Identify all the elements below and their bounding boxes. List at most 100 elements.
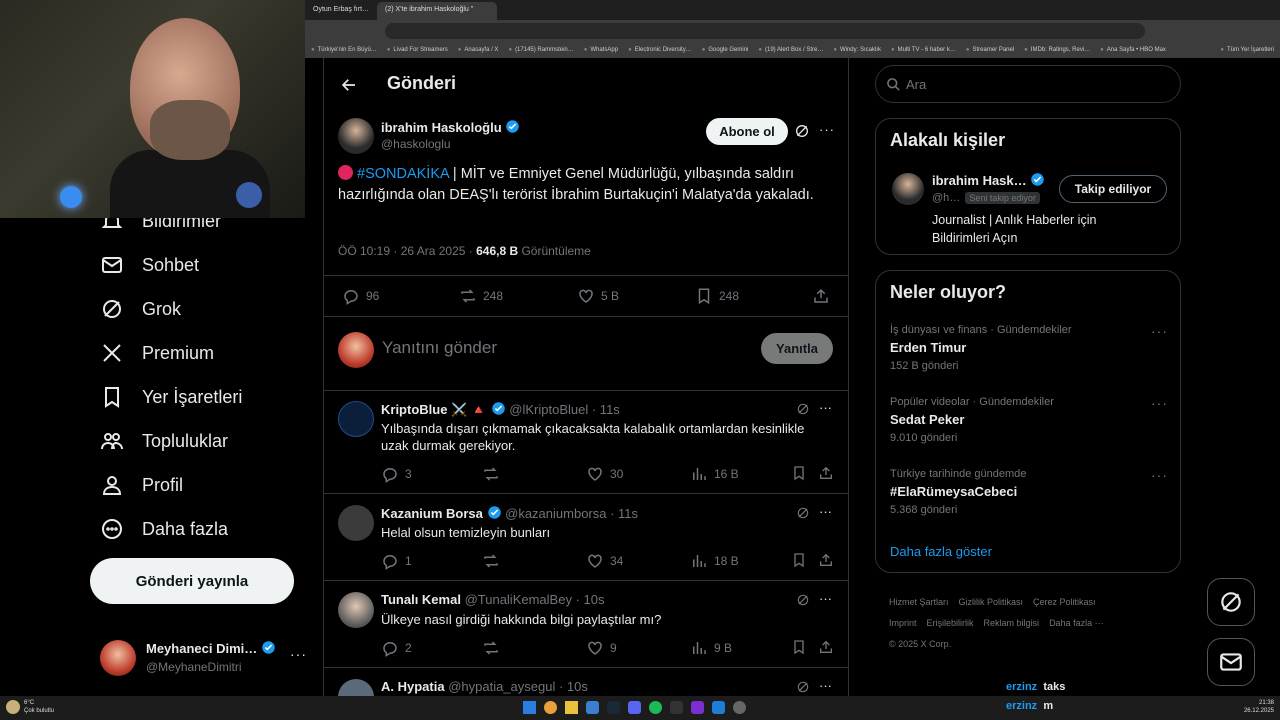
bookmark-all[interactable]: Tüm Yer İşaretleri — [1220, 47, 1274, 53]
bookmark[interactable]: Google Gemini — [702, 47, 748, 53]
reply-action[interactable]: 96 — [342, 287, 379, 305]
reply-action[interactable]: 3 — [381, 465, 412, 483]
search-input[interactable]: Ara — [906, 77, 926, 92]
trend-item[interactable]: Popüler videolar · Gündemdekiler Sedat P… — [890, 396, 1170, 444]
reply-handle[interactable]: @kazaniumborsa · 11s — [505, 506, 638, 521]
reply-input[interactable]: Yanıtını gönder — [382, 338, 497, 358]
browser-tab[interactable]: Oytun Erbaş fırt… — [305, 2, 375, 20]
bookmark[interactable]: Windy: Sıcaklık — [833, 47, 881, 53]
nav-grok[interactable]: Grok — [100, 294, 181, 324]
share-icon[interactable] — [818, 465, 834, 481]
back-arrow-icon[interactable] — [340, 76, 358, 94]
address-bar[interactable] — [385, 23, 1145, 39]
hashtag-link[interactable]: #SONDAKİKA — [357, 166, 449, 182]
nav-bookmarks[interactable]: Yer İşaretleri — [100, 382, 242, 412]
repost-action[interactable] — [482, 639, 500, 657]
avatar[interactable] — [892, 173, 924, 205]
footer-link[interactable]: Gizlilik Politikası — [959, 597, 1024, 607]
trend-item[interactable]: Türkiye tarihinde gündemde #ElaRümeysaCe… — [890, 468, 1170, 516]
related-handle[interactable]: @h… — [932, 192, 960, 204]
bookmark[interactable]: IMDb: Ratings, Revi… — [1024, 47, 1090, 53]
bookmark-icon[interactable] — [791, 552, 807, 568]
bookmark[interactable]: Anasayfa / X — [458, 47, 498, 53]
post-time[interactable]: ÖÖ 10:19 · 26 Ara 2025 · — [338, 244, 476, 258]
reply-author[interactable]: A. Hypatia — [381, 679, 445, 694]
bookmark-icon[interactable] — [791, 639, 807, 655]
grok-fab[interactable] — [1207, 578, 1255, 626]
avatar[interactable] — [338, 401, 374, 437]
grok-icon[interactable] — [796, 680, 810, 694]
bookmark-action[interactable]: 248 — [695, 287, 739, 305]
spotify-icon[interactable] — [649, 701, 662, 714]
nav-profile[interactable]: Profil — [100, 470, 183, 500]
reply-handle[interactable]: @lKriptoBluel · 11s — [509, 402, 620, 417]
app-icon[interactable] — [712, 701, 725, 714]
more-dots-icon[interactable]: ··· — [1151, 323, 1168, 339]
search-box[interactable]: Ara — [875, 65, 1181, 103]
grok-icon[interactable] — [796, 402, 810, 416]
footer-link[interactable]: Imprint — [889, 618, 917, 628]
messages-fab[interactable] — [1207, 638, 1255, 686]
like-action[interactable]: 34 — [586, 552, 623, 570]
app-icon[interactable] — [670, 701, 683, 714]
more-dots-icon[interactable]: ··· — [819, 504, 832, 519]
bookmark[interactable]: WhatsApp — [584, 47, 618, 53]
clock[interactable]: 21:38 26.12.2025 — [1238, 699, 1274, 715]
show-more-link[interactable]: Daha fazla göster — [890, 544, 992, 559]
more-dots-icon[interactable]: ··· — [819, 591, 832, 606]
like-action[interactable]: 5 B — [577, 287, 619, 305]
steam-icon[interactable] — [607, 701, 620, 714]
bookmark[interactable]: Electronic Diversity… — [628, 47, 692, 53]
footer-link[interactable]: Hizmet Şartları — [889, 597, 949, 607]
views-action[interactable]: 18 B — [690, 552, 739, 570]
avatar[interactable] — [338, 505, 374, 541]
bookmark[interactable]: Livad For Streamers — [387, 47, 447, 53]
bookmark[interactable]: (19) Alert Box / Stre… — [758, 47, 823, 53]
reply-handle[interactable]: @TunaliKemalBey · 10s — [465, 592, 605, 607]
reply-author[interactable]: Kazanium Borsa — [381, 506, 483, 521]
reply-item[interactable]: KriptoBlue ⚔️ 🔺 @lKriptoBluel · 11s ··· … — [324, 391, 848, 494]
share-icon[interactable] — [812, 287, 830, 305]
more-dots-icon[interactable]: ··· — [819, 678, 832, 693]
bookmark[interactable]: Streamer Panel — [966, 47, 1014, 53]
windows-start-icon[interactable] — [523, 701, 536, 714]
discord-icon[interactable] — [628, 701, 641, 714]
reply-button[interactable]: Yanıtla — [761, 333, 833, 364]
views-action[interactable]: 9 B — [690, 639, 732, 657]
trend-item[interactable]: İş dünyası ve finans · Gündemdekiler Erd… — [890, 324, 1170, 372]
reply-item[interactable]: Kazanium Borsa @kazaniumborsa · 11s ··· … — [324, 495, 848, 581]
post-button[interactable]: Gönderi yayınla — [90, 558, 294, 604]
more-dots-icon[interactable]: ··· — [819, 122, 835, 137]
footer-link[interactable]: Reklam bilgisi — [984, 618, 1040, 628]
more-dots-icon[interactable]: ··· — [1151, 467, 1168, 483]
share-icon[interactable] — [818, 552, 834, 568]
footer-link[interactable]: Erişilebilirlik — [927, 618, 974, 628]
browser-tab-active[interactable]: (2) X'te ibrahim Haskoloğlu " — [377, 2, 497, 20]
reply-handle[interactable]: @hypatia_aysegul · 10s — [448, 679, 588, 694]
reply-author[interactable]: Tunalı Kemal — [381, 592, 461, 607]
bookmark[interactable]: (17145) Rammstein… — [508, 47, 574, 53]
reply-author[interactable]: KriptoBlue ⚔️ 🔺 — [381, 402, 487, 417]
bookmark[interactable]: Ana Sayfa • HBO Max — [1100, 47, 1166, 53]
share-icon[interactable] — [818, 639, 834, 655]
avatar[interactable] — [338, 592, 374, 628]
more-dots-icon[interactable]: ··· — [290, 646, 307, 662]
like-action[interactable]: 9 — [586, 639, 617, 657]
post-author[interactable]: ibrahim Haskoloğlu — [381, 120, 502, 135]
repost-action[interactable] — [482, 465, 500, 483]
weather-widget[interactable]: 6°C Çok bulutlu — [24, 699, 54, 715]
app-icon[interactable] — [733, 701, 746, 714]
grok-icon[interactable] — [796, 506, 810, 520]
reply-item[interactable]: Tunalı Kemal @TunaliKemalBey · 10s ··· Ü… — [324, 582, 848, 668]
more-dots-icon[interactable]: ··· — [819, 400, 832, 415]
footer-link[interactable]: Çerez Politikası — [1033, 597, 1096, 607]
nav-premium[interactable]: Premium — [100, 338, 214, 368]
views-action[interactable]: 16 B — [690, 465, 739, 483]
subscribe-button[interactable]: Abone ol — [706, 118, 788, 145]
following-button[interactable]: Takip ediliyor — [1059, 175, 1167, 203]
post-handle[interactable]: @haskologlu — [381, 137, 451, 151]
repost-action[interactable]: 248 — [459, 287, 503, 305]
more-dots-icon[interactable]: ··· — [1151, 395, 1168, 411]
grok-icon[interactable] — [794, 123, 810, 139]
repost-action[interactable] — [482, 552, 500, 570]
